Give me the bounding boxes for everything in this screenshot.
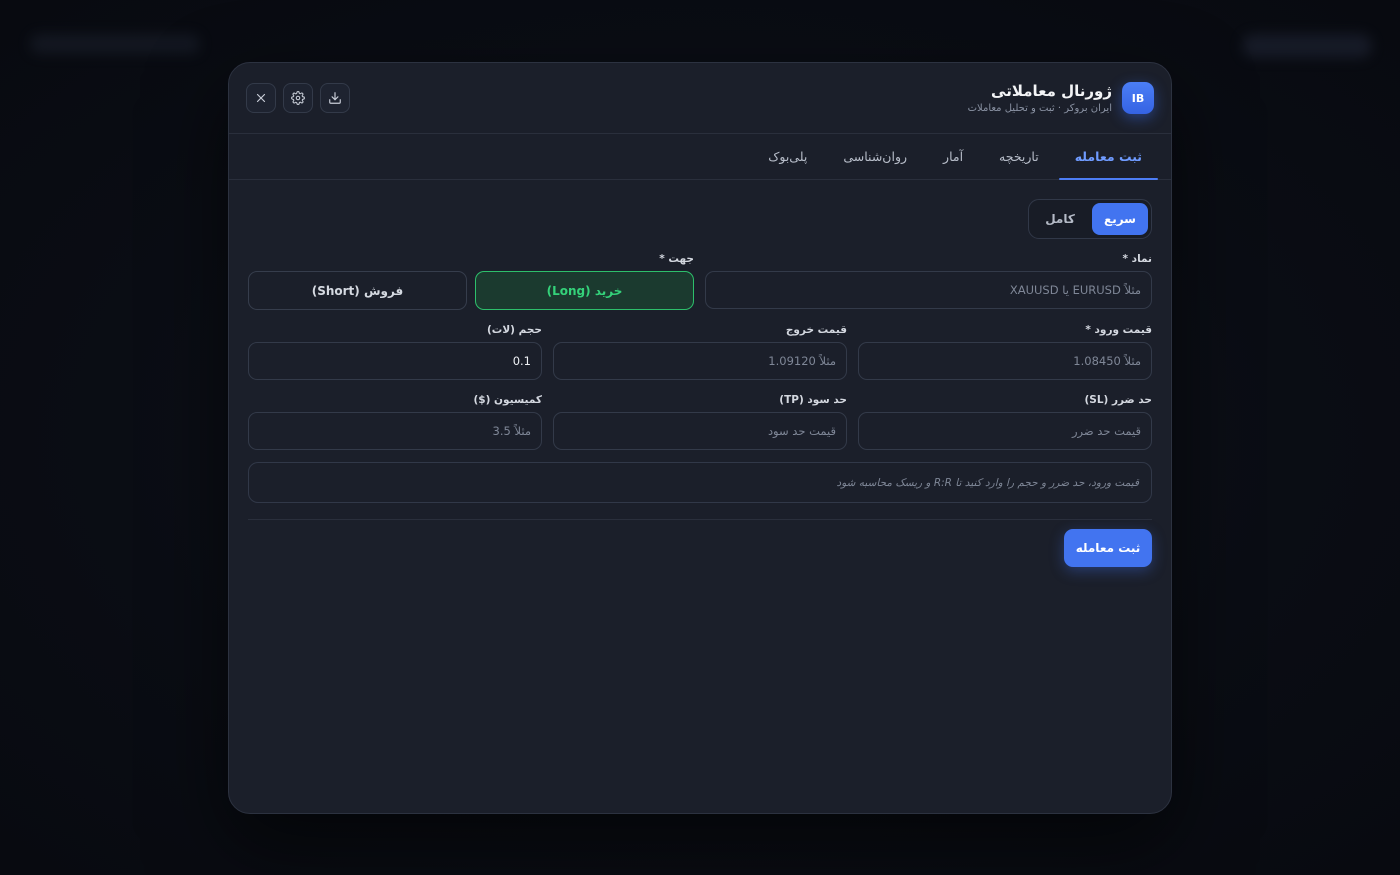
gear-icon <box>291 91 305 105</box>
sl-field-group: حد ضرر (SL) قیمت حد ضرر <box>858 394 1152 450</box>
tp-field-group: حد سود (TP) قیمت حد سود <box>553 394 847 450</box>
divider <box>248 519 1152 520</box>
download-icon <box>329 92 341 104</box>
rr-hint-box: قیمت ورود، حد ضرر و حجم را وارد کنید تا … <box>248 462 1152 503</box>
take-profit-input[interactable]: قیمت حد سود <box>553 412 847 450</box>
mode-quick-button[interactable]: سریع <box>1092 203 1148 235</box>
brand-text: ژورنال معاملاتی ایران بروکر · ثبت و تحلی… <box>968 82 1112 114</box>
brand: IB ژورنال معاملاتی ایران بروکر · ثبت و ت… <box>968 82 1154 114</box>
symbol-field-group: نماد * مثلاً EURUSD یا XAUUSD <box>705 253 1152 310</box>
modal-header: IB ژورنال معاملاتی ایران بروکر · ثبت و ت… <box>229 63 1171 134</box>
modal-subtitle: ایران بروکر · ثبت و تحلیل معاملات <box>967 103 1112 114</box>
symbol-input[interactable]: مثلاً EURUSD یا XAUUSD <box>705 271 1152 309</box>
tab-new-trade[interactable]: ثبت معامله <box>1058 134 1159 180</box>
volume-label: حجم (لات) <box>487 324 542 336</box>
tab-bar: ثبت معامله تاریخچه آمار روان‌شناسی پلی‌ب… <box>229 134 1171 180</box>
commission-field-group: کمیسیون ($) مثلاً 3.5 <box>248 394 542 450</box>
commission-input[interactable]: مثلاً 3.5 <box>248 412 542 450</box>
download-button[interactable] <box>320 83 350 113</box>
tp-label: حد سود (TP) <box>779 394 847 406</box>
exit-field-group: قیمت خروج مثلاً 1.09120 <box>553 324 847 380</box>
settings-button[interactable] <box>283 83 313 113</box>
submit-trade-button[interactable]: ثبت معامله <box>1064 529 1152 567</box>
entry-label: قیمت ورود * <box>1085 324 1152 336</box>
long-button[interactable]: خرید (Long) <box>475 271 694 310</box>
direction-label: جهت * <box>659 253 694 265</box>
volume-input[interactable]: 0.1 <box>248 342 542 380</box>
close-button[interactable] <box>246 83 276 113</box>
brand-logo: IB <box>1122 82 1154 114</box>
volume-field-group: حجم (لات) 0.1 <box>248 324 542 380</box>
direction-field-group: جهت * خرید (Long) فروش (Short) <box>248 253 694 310</box>
exit-label: قیمت خروج <box>785 324 847 336</box>
row-prices: قیمت ورود * مثلاً 1.08450 قیمت خروج مثلا… <box>248 324 1152 380</box>
tab-playbook[interactable]: پلی‌بوک <box>752 134 823 179</box>
close-icon <box>256 93 266 103</box>
direction-buttons: خرید (Long) فروش (Short) <box>248 271 694 310</box>
blurred-background-button <box>1242 34 1372 58</box>
row-symbol-direction: نماد * مثلاً EURUSD یا XAUUSD جهت * خرید… <box>248 253 1152 310</box>
form-content: سریع کامل نماد * مثلاً EURUSD یا XAUUSD … <box>229 180 1171 567</box>
modal-title: ژورنال معاملاتی <box>991 82 1112 100</box>
entry-field-group: قیمت ورود * مثلاً 1.08450 <box>858 324 1152 380</box>
sl-label: حد ضرر (SL) <box>1084 394 1152 406</box>
row-risk: حد ضرر (SL) قیمت حد ضرر حد سود (TP) قیمت… <box>248 394 1152 450</box>
mode-full-button[interactable]: کامل <box>1032 203 1088 235</box>
commission-label: کمیسیون ($) <box>473 394 542 406</box>
stop-loss-input[interactable]: قیمت حد ضرر <box>858 412 1152 450</box>
tab-psychology[interactable]: روان‌شناسی <box>827 134 923 179</box>
header-actions <box>246 83 350 113</box>
exit-price-input[interactable]: مثلاً 1.09120 <box>553 342 847 380</box>
entry-price-input[interactable]: مثلاً 1.08450 <box>858 342 1152 380</box>
symbol-label: نماد * <box>1122 253 1152 265</box>
tab-history[interactable]: تاریخچه <box>983 134 1055 179</box>
short-button[interactable]: فروش (Short) <box>248 271 467 310</box>
blurred-background-nav <box>30 34 200 54</box>
tab-stats[interactable]: آمار <box>927 134 979 179</box>
trading-journal-modal: IB ژورنال معاملاتی ایران بروکر · ثبت و ت… <box>228 62 1172 814</box>
mode-toggle: سریع کامل <box>1028 199 1152 239</box>
